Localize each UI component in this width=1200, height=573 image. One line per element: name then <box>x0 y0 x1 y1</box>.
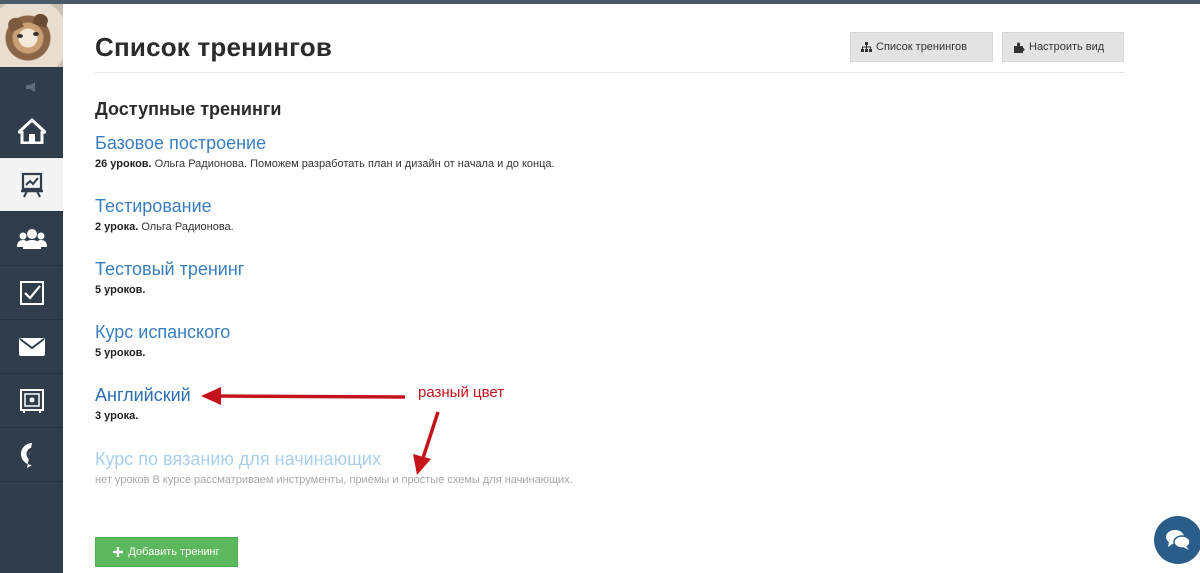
checkbox-icon <box>19 280 44 305</box>
home-icon <box>17 118 46 144</box>
safe-icon <box>19 388 44 413</box>
annotation-arrow-down <box>413 411 440 475</box>
chat-bubbles-icon <box>1166 530 1191 550</box>
sidebar-item-home[interactable] <box>0 104 63 158</box>
chat-c-icon <box>20 442 37 468</box>
add-training-button-label: Добавить тренинг <box>128 546 220 558</box>
avatar-cat-ear <box>32 11 50 29</box>
plus-icon <box>113 547 124 557</box>
avatar[interactable] <box>0 4 63 67</box>
sidebar-item-safe[interactable] <box>0 374 63 428</box>
sidebar <box>0 4 63 573</box>
annotation-arrows <box>201 387 440 475</box>
chat-widget-button[interactable] <box>1154 516 1200 564</box>
sidebar-item-tasks[interactable] <box>0 266 63 320</box>
envelope-icon <box>18 337 45 356</box>
avatar-cat-ear <box>6 15 24 33</box>
users-icon <box>16 228 47 249</box>
main-content: Список тренингов Список тренингов Настро… <box>95 4 1125 573</box>
sidebar-item-users[interactable] <box>0 212 63 266</box>
add-training-button[interactable]: Добавить тренинг <box>95 537 238 567</box>
sidebar-item-trainings[interactable] <box>0 158 63 212</box>
avatar-cat-eye <box>33 32 39 36</box>
avatar-cat-eye <box>17 34 23 38</box>
sidebar-nav <box>0 104 63 482</box>
sidebar-collapse-button[interactable] <box>0 70 63 104</box>
speaker-icon <box>25 82 35 92</box>
annotation-arrow-left <box>201 387 406 405</box>
training-board-icon <box>20 172 43 197</box>
sidebar-item-mail[interactable] <box>0 320 63 374</box>
sidebar-item-chat[interactable] <box>0 428 63 482</box>
